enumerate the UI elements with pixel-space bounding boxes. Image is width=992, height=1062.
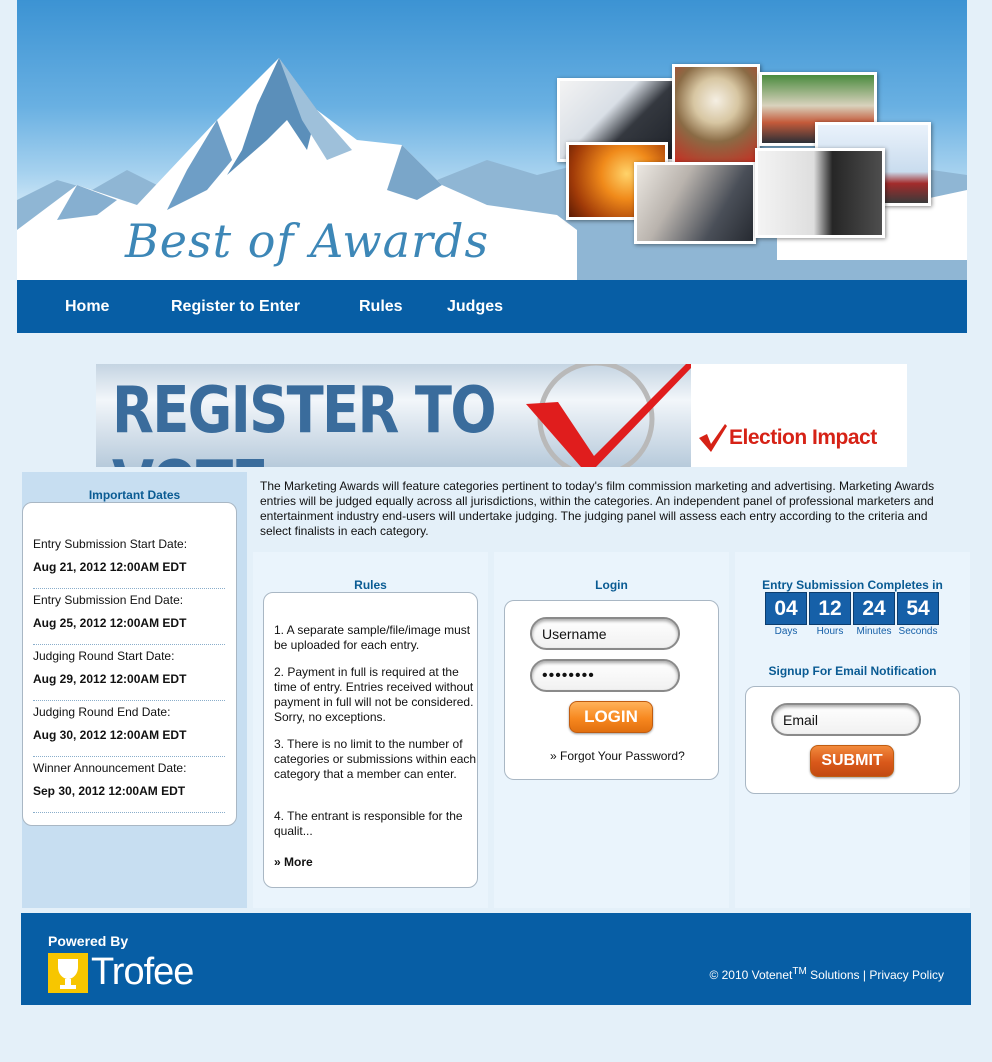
- date-label: Winner Announcement Date:: [33, 761, 187, 775]
- countdown-title: Entry Submission Completes in: [762, 578, 943, 592]
- site-footer: Powered By Trofee © 2010 VotenetTM Solut…: [21, 913, 971, 1005]
- banner-brand: Election Impact: [729, 426, 877, 449]
- page-container: Best of Awards Home Register to Enter Ru…: [17, 0, 970, 1062]
- photo-applause: [634, 162, 756, 244]
- signup-title: Signup For Email Notification: [768, 664, 937, 678]
- site-header: Best of Awards: [17, 0, 967, 280]
- rules-box: 1. A separate sample/file/image must be …: [263, 592, 478, 888]
- date-entry: Entry Submission Start Date: Aug 21, 201…: [33, 537, 225, 589]
- small-check-icon: [699, 424, 727, 452]
- rule-item: 1. A separate sample/file/image must be …: [274, 623, 471, 652]
- countdown-label: Hours: [816, 626, 844, 637]
- date-value: Aug 25, 2012 12:00AM EDT: [33, 616, 187, 630]
- date-value: Aug 29, 2012 12:00AM EDT: [33, 672, 187, 686]
- date-value: Aug 21, 2012 12:00AM EDT: [33, 560, 187, 574]
- nav-rules[interactable]: Rules: [359, 298, 403, 316]
- main-nav: Home Register to Enter Rules Judges: [17, 280, 967, 333]
- countdown-label: Seconds: [898, 626, 938, 637]
- submit-button[interactable]: SUBMIT: [810, 745, 894, 777]
- rule-item: 2. Payment in full is required at the ti…: [274, 665, 474, 724]
- login-button[interactable]: LOGIN: [569, 701, 653, 733]
- date-entry: Judging Round Start Date: Aug 29, 2012 1…: [33, 649, 225, 701]
- important-dates-panel: Important Dates Entry Submission Start D…: [22, 472, 247, 908]
- countdown-label: Days: [774, 626, 798, 637]
- nav-home[interactable]: Home: [65, 298, 109, 316]
- date-entry: Entry Submission End Date: Aug 25, 2012 …: [33, 593, 225, 645]
- trophy-icon: [48, 953, 88, 993]
- photo-businesswoman: [755, 148, 885, 238]
- login-title: Login: [595, 578, 628, 592]
- rules-panel: Rules 1. A separate sample/file/image mu…: [253, 552, 488, 908]
- powered-by-label: Powered By: [48, 933, 129, 949]
- photo-star-trophy: [672, 64, 760, 166]
- login-panel: Login LOGIN » Forgot Your Password?: [494, 552, 729, 908]
- rules-more-link[interactable]: » More: [274, 855, 313, 869]
- nav-register-to-enter[interactable]: Register to Enter: [171, 298, 300, 316]
- signup-box: SUBMIT: [745, 686, 960, 794]
- site-logo: Best of Awards: [125, 214, 490, 268]
- date-entry: Judging Round End Date: Aug 30, 2012 12:…: [33, 705, 225, 757]
- countdown-signup-panel: Entry Submission Completes in 04 12 24 5…: [735, 552, 970, 908]
- date-entry: Winner Announcement Date: Sep 30, 2012 1…: [33, 761, 225, 813]
- countdown-seconds: 54: [897, 592, 939, 625]
- date-label: Judging Round End Date:: [33, 705, 171, 719]
- date-value: Sep 30, 2012 12:00AM EDT: [33, 784, 186, 798]
- copyright-suffix: Solutions |: [806, 968, 870, 982]
- important-dates-box: Entry Submission Start Date: Aug 21, 201…: [22, 502, 237, 826]
- forgot-password-link[interactable]: » Forgot Your Password?: [550, 749, 685, 763]
- copyright-text: © 2010 VotenetTM Solutions | Privacy Pol…: [709, 966, 944, 982]
- countdown-hours: 12: [809, 592, 851, 625]
- countdown-label: Minutes: [856, 626, 892, 637]
- login-box: LOGIN » Forgot Your Password?: [504, 600, 719, 780]
- password-input[interactable]: [530, 659, 680, 692]
- register-to-vote-banner[interactable]: REGISTER TO VOTE: [96, 364, 691, 467]
- date-label: Judging Round Start Date:: [33, 649, 175, 663]
- important-dates-title: Important Dates: [88, 488, 181, 502]
- date-value: Aug 30, 2012 12:00AM EDT: [33, 728, 187, 742]
- privacy-policy-link[interactable]: Privacy Policy: [869, 968, 944, 982]
- rule-item: 3. There is no limit to the number of ca…: [274, 737, 477, 781]
- checkmark-icon: [526, 364, 691, 467]
- rule-item: 4. The entrant is responsible for the qu…: [274, 809, 463, 838]
- countdown-minutes: 24: [853, 592, 895, 625]
- rules-title: Rules: [354, 578, 387, 592]
- copyright-prefix: © 2010 Votenet: [709, 968, 793, 982]
- awards-description: The Marketing Awards will feature catego…: [260, 479, 935, 538]
- date-label: Entry Submission Start Date:: [33, 537, 188, 551]
- nav-judges[interactable]: Judges: [447, 298, 503, 316]
- countdown-days: 04: [765, 592, 807, 625]
- username-input[interactable]: [530, 617, 680, 650]
- election-impact-logo: Election Impact: [691, 364, 907, 467]
- trofee-logo-text[interactable]: Trofee: [91, 951, 194, 994]
- trademark-mark: TM: [792, 966, 807, 977]
- date-label: Entry Submission End Date:: [33, 593, 184, 607]
- email-input[interactable]: [771, 703, 921, 736]
